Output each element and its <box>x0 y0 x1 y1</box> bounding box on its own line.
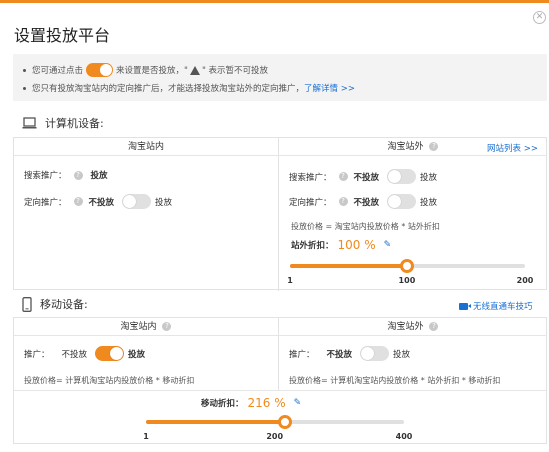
mobile-outside-row: 推广： 不投放 投放 <box>289 346 410 361</box>
targeted-on-label: 投放 <box>420 197 438 208</box>
mobile-section-label: 移动设备: <box>40 298 88 311</box>
slider-tick-min: 1 <box>287 276 293 285</box>
computer-section-label: 计算机设备: <box>45 117 104 130</box>
computer-inside-header: 淘宝站内 <box>14 138 278 156</box>
notice-line1-suffix: " 表示暂不可投放 <box>201 66 269 76</box>
mobile-inside-formula: 投放价格= 计算机淘宝站内投放价格 * 移动折扣 <box>24 376 195 385</box>
notice-line-2: 您只有投放淘宝站内的定向推广后，才能选择投放淘宝站外的定向推广， 了解详情 >> <box>23 82 355 94</box>
slider-tick-min: 1 <box>143 432 149 441</box>
search-promo-state: 投放 <box>90 171 108 181</box>
search-on-label: 投放 <box>420 172 438 183</box>
site-list-link[interactable]: 网站列表 >> <box>487 142 538 154</box>
mobile-inside-header-label: 淘宝站内 <box>120 322 157 332</box>
mobile-phone-icon <box>22 296 32 312</box>
outside-price-formula: 投放价格 = 淘宝站内投放价格 * 站外折扣 <box>291 222 440 231</box>
help-icon[interactable]: ? <box>338 197 348 206</box>
mobile-outside-toggle[interactable] <box>360 346 390 361</box>
row-divider <box>14 390 546 391</box>
slider-fill <box>146 420 286 424</box>
promo-label: 推广： <box>24 349 50 360</box>
video-camera-icon <box>459 302 471 310</box>
slider-tick-mid: 100 <box>398 276 416 285</box>
promo-off-label: 不投放 <box>326 349 353 360</box>
computer-panel: 淘宝站内 搜索推广： ? 投放 定向推广： ? 不投放 投放 淘宝站外 ? 网站… <box>13 137 547 291</box>
computer-inside-search-row: 搜索推广： ? 投放 <box>24 169 112 181</box>
computer-outside-search-row: 搜索推广： ? 不投放 投放 <box>289 169 437 184</box>
edit-pencil-icon[interactable]: ✎ <box>384 240 392 250</box>
notice-line-1: 您可通过点击 来设置是否投放，" " 表示暂不可投放 <box>23 63 268 77</box>
outside-discount-slider[interactable] <box>290 259 525 273</box>
computer-inside-targeted-row: 定向推广： ? 不投放 投放 <box>24 194 172 209</box>
warning-icon <box>189 65 200 75</box>
notice-line1-middle: 来设置是否投放，" <box>116 66 188 76</box>
bullet-icon <box>23 86 26 90</box>
slider-fill <box>290 264 407 268</box>
notice-line2-text: 您只有投放淘宝站内的定向推广后，才能选择投放淘宝站外的定向推广， <box>32 84 305 94</box>
promo-off-label: 不投放 <box>61 349 88 360</box>
mobile-section-header: 移动设备: <box>22 296 88 312</box>
mobile-outside-header: 淘宝站外 ? <box>279 318 547 336</box>
computer-section-header: 计算机设备: <box>22 115 104 131</box>
search-promo-label: 搜索推广： <box>289 172 332 183</box>
promo-label: 推广： <box>289 349 315 360</box>
help-icon[interactable]: ? <box>162 322 172 331</box>
slider-tick-max: 200 <box>516 276 534 285</box>
column-divider <box>278 138 279 291</box>
help-icon[interactable]: ? <box>429 142 439 151</box>
mobile-panel: 淘宝站内 ? 推广： 不投放 投放 投放价格= 计算机淘宝站内投放价格 * 移动… <box>13 317 547 444</box>
outside-discount-row: 站外折扣： 100 % ✎ <box>291 238 391 252</box>
promo-on-label: 投放 <box>128 349 146 360</box>
computer-outside-search-toggle[interactable] <box>387 169 417 184</box>
dialog-title: 设置投放平台 <box>14 26 111 45</box>
top-accent-bar <box>0 0 549 3</box>
slider-tick-mid: 200 <box>266 432 284 441</box>
mobile-discount-row: 移动折扣： 216 % ✎ <box>201 396 301 410</box>
edit-pencil-icon[interactable]: ✎ <box>294 398 302 408</box>
computer-icon <box>22 117 37 129</box>
targeted-off-label: 不投放 <box>353 197 380 208</box>
computer-outside-targeted-row: 定向推广： ? 不投放 投放 <box>289 194 437 209</box>
help-icon[interactable]: ? <box>338 172 348 181</box>
computer-outside-targeted-toggle[interactable] <box>387 194 417 209</box>
targeted-promo-label: 定向推广： <box>24 197 67 208</box>
mobile-tips-link-label[interactable]: 无线直通车技巧 <box>473 300 533 312</box>
slider-thumb[interactable] <box>278 415 293 429</box>
computer-outside-header-label: 淘宝站外 <box>387 142 424 152</box>
mobile-discount-slider[interactable] <box>146 415 404 429</box>
targeted-on-label: 投放 <box>155 197 173 208</box>
help-icon[interactable]: ? <box>73 170 83 180</box>
mobile-discount-label: 移动折扣： <box>201 399 244 409</box>
learn-more-link[interactable]: 了解详情 >> <box>304 82 355 94</box>
bullet-icon <box>23 68 26 72</box>
notice-box: 您可通过点击 来设置是否投放，" " 表示暂不可投放 您只有投放淘宝站内的定向推… <box>13 54 547 101</box>
mobile-discount-value: 216 % <box>247 396 286 410</box>
slider-thumb[interactable] <box>399 259 414 273</box>
promo-on-label: 投放 <box>393 349 411 360</box>
search-off-label: 不投放 <box>353 172 380 183</box>
computer-inside-header-label: 淘宝站内 <box>127 142 164 152</box>
help-icon[interactable]: ? <box>429 322 439 331</box>
mobile-inside-header: 淘宝站内 ? <box>14 318 278 336</box>
computer-inside-targeted-toggle[interactable] <box>122 194 152 209</box>
help-icon[interactable]: ? <box>73 197 83 206</box>
close-icon[interactable]: ✕ <box>533 11 546 24</box>
notice-line1-prefix: 您可通过点击 <box>32 66 84 76</box>
targeted-off-label: 不投放 <box>88 197 115 208</box>
search-promo-label: 搜索推广： <box>24 171 67 181</box>
mobile-inside-toggle[interactable] <box>95 346 125 361</box>
targeted-promo-label: 定向推广： <box>289 197 332 208</box>
outside-discount-value: 100 % <box>337 238 376 252</box>
mobile-tips-link[interactable]: 无线直通车技巧 <box>459 300 533 312</box>
slider-tick-max: 400 <box>395 432 413 441</box>
mobile-inside-row: 推广： 不投放 投放 <box>24 346 145 361</box>
mobile-outside-header-label: 淘宝站外 <box>387 322 424 332</box>
outside-discount-label: 站外折扣： <box>291 241 334 251</box>
mobile-outside-formula: 投放价格= 计算机淘宝站内投放价格 * 站外折扣 * 移动折扣 <box>289 376 501 385</box>
toggle-example-icon <box>86 63 114 77</box>
